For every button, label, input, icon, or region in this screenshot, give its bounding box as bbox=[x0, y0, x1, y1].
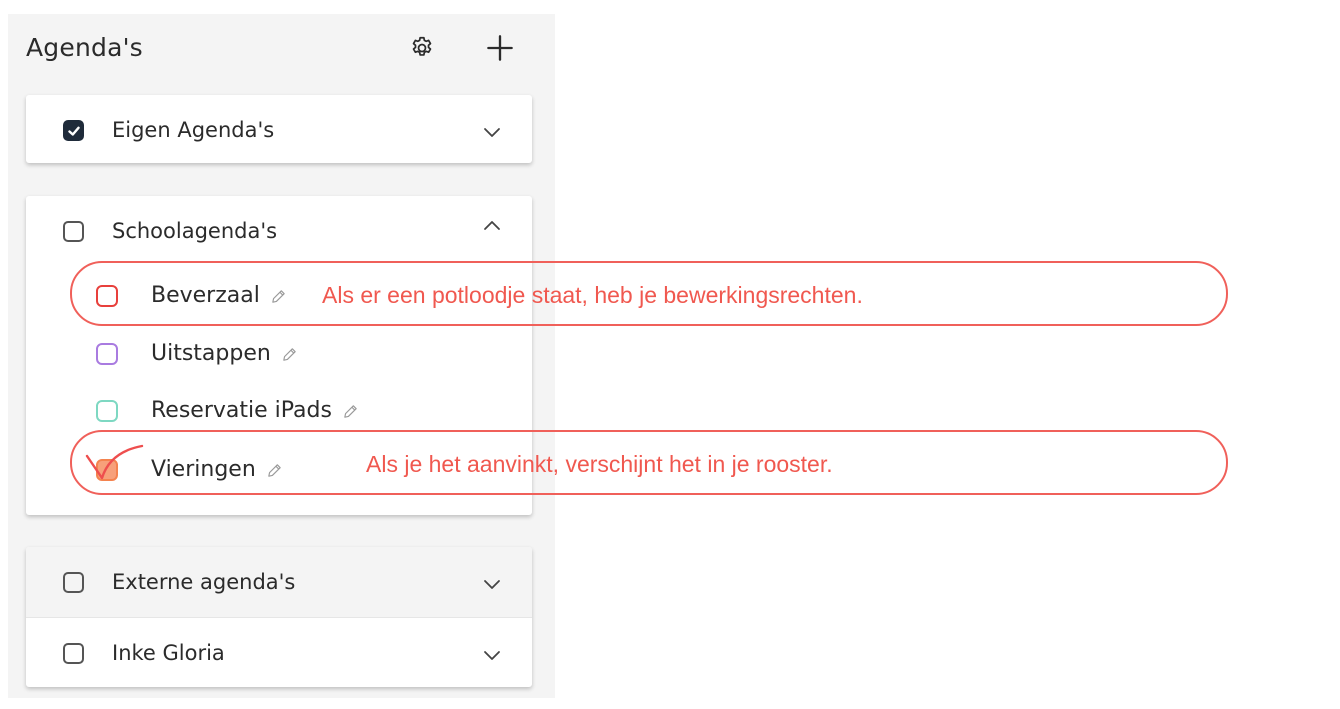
add-calendar-button[interactable] bbox=[482, 32, 518, 64]
chevron-up-icon[interactable] bbox=[480, 214, 504, 238]
group-checkbox-external[interactable] bbox=[63, 572, 84, 593]
calendar-item-label-wrap: Uitstappen bbox=[151, 326, 298, 382]
pencil-icon[interactable] bbox=[342, 403, 359, 420]
plus-icon bbox=[487, 35, 513, 61]
chevron-down-icon[interactable] bbox=[480, 643, 504, 667]
sidebar-title: Agenda's bbox=[26, 33, 143, 62]
group-checkbox-own[interactable] bbox=[63, 120, 84, 141]
group-row-external[interactable]: Externe agenda's bbox=[26, 547, 532, 617]
calendar-item-uitstappen[interactable]: Uitstappen bbox=[26, 326, 532, 382]
annotation-text-edit: Als er een potloodje staat, heb je bewer… bbox=[322, 282, 863, 308]
group-label-inke: Inke Gloria bbox=[112, 641, 225, 665]
chevron-down-icon[interactable] bbox=[480, 120, 504, 144]
annotation-text-check: Als je het aanvinkt, verschijnt het in j… bbox=[366, 451, 833, 477]
calendar-checkbox-ipads[interactable] bbox=[96, 400, 118, 422]
pencil-icon[interactable] bbox=[281, 346, 298, 363]
group-label-school: Schoolagenda's bbox=[112, 219, 278, 243]
calendar-label-ipads: Reservatie iPads bbox=[151, 398, 332, 423]
group-checkbox-school[interactable] bbox=[63, 221, 84, 242]
chevron-down-icon[interactable] bbox=[480, 572, 504, 596]
calendar-label-uitstappen: Uitstappen bbox=[151, 341, 271, 366]
group-label-own: Eigen Agenda's bbox=[112, 118, 275, 142]
group-card-own: Eigen Agenda's bbox=[26, 95, 532, 163]
group-checkbox-inke[interactable] bbox=[63, 643, 84, 664]
settings-button[interactable] bbox=[404, 32, 440, 64]
group-row-inke[interactable]: Inke Gloria bbox=[26, 618, 532, 688]
calendar-sidebar: Agenda's Eigen Agenda's Schoolagenda's B… bbox=[8, 14, 555, 698]
group-label-external: Externe agenda's bbox=[112, 570, 296, 594]
group-row-own[interactable]: Eigen Agenda's bbox=[26, 95, 532, 165]
sidebar-header: Agenda's bbox=[26, 32, 538, 72]
gear-icon bbox=[412, 36, 432, 56]
group-card-external: Externe agenda's Inke Gloria bbox=[26, 547, 532, 687]
group-row-school[interactable]: Schoolagenda's bbox=[26, 196, 532, 266]
check-icon bbox=[67, 126, 80, 136]
calendar-checkbox-uitstappen[interactable] bbox=[96, 343, 118, 365]
